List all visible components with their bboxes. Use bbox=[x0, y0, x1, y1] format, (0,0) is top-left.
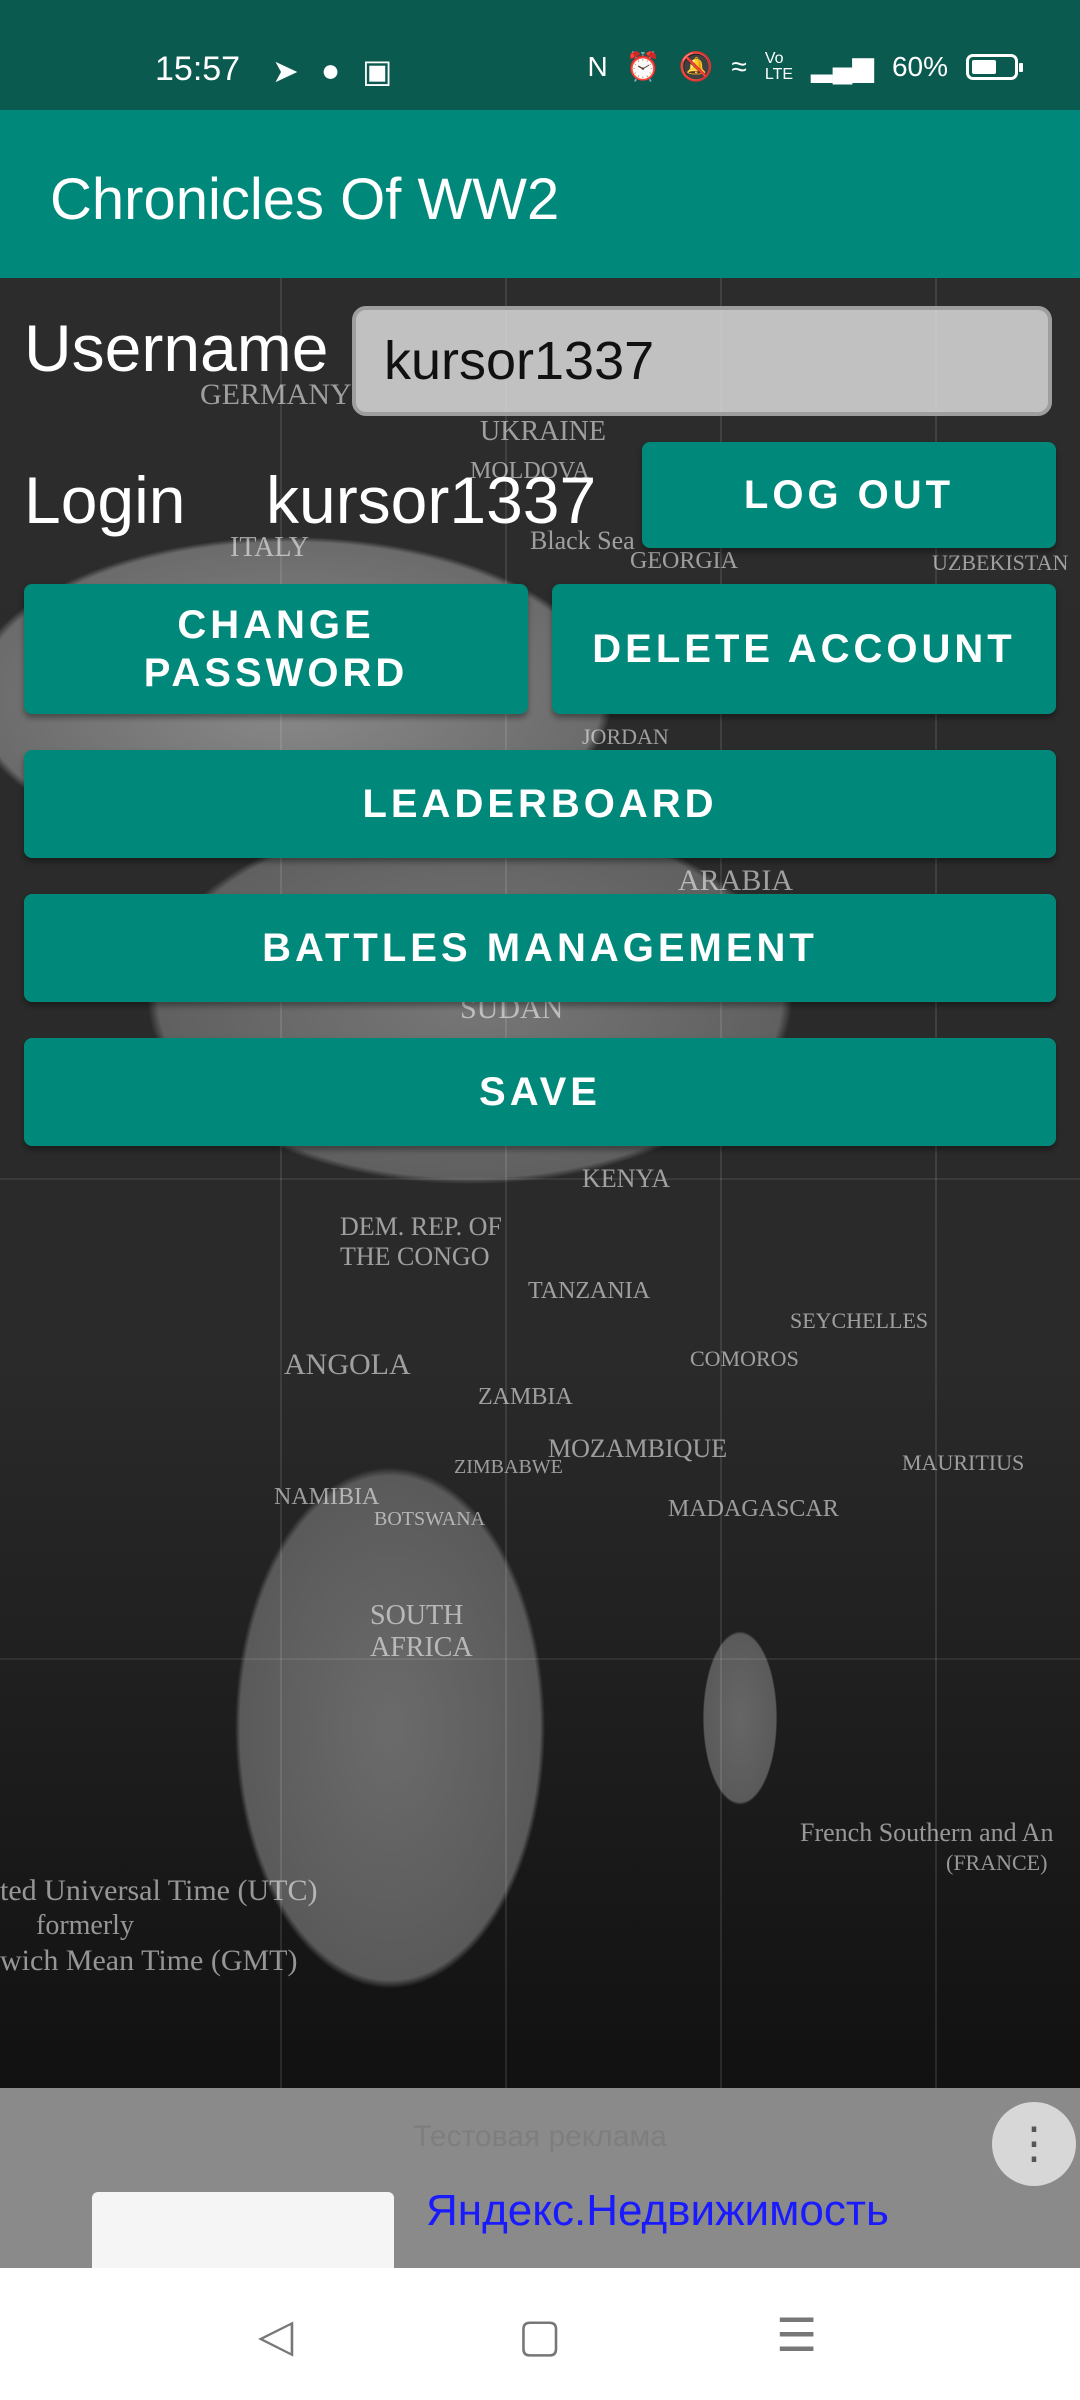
map-label: ZIMBABWE bbox=[454, 1456, 563, 1478]
app-bar: Chronicles Of WW2 bbox=[0, 110, 1080, 278]
ad-title[interactable]: Яндекс.Недвижимость bbox=[426, 2186, 889, 2236]
login-label: Login bbox=[24, 463, 186, 537]
map-label: MAURITIUS bbox=[902, 1450, 1025, 1475]
username-label: Username bbox=[24, 311, 329, 385]
status-notification-icons: ➤ ● ▣ bbox=[272, 52, 392, 90]
map-label: ARABIA bbox=[678, 864, 794, 897]
more-vert-icon[interactable]: ⋮ bbox=[992, 2102, 1076, 2186]
reddit-icon: ● bbox=[320, 52, 341, 88]
status-time: 15:57 bbox=[155, 50, 241, 88]
map-label: BOTSWANA bbox=[374, 1508, 486, 1530]
change-password-button[interactable]: CHANGE PASSWORD bbox=[24, 584, 528, 714]
map-label: KENYA bbox=[582, 1164, 671, 1193]
ad-image[interactable] bbox=[92, 2192, 394, 2268]
leaderboard-button[interactable]: LEADERBOARD bbox=[24, 750, 1056, 858]
status-bar: 15:57 ➤ ● ▣ N ⏰ 🔕 ≈ Vo LTE ▂▄▆ 60% bbox=[0, 0, 1080, 110]
home-square-icon[interactable]: ▢ bbox=[518, 2308, 561, 2362]
navigation-bar: ◁ ▢ ☰ bbox=[0, 2268, 1080, 2400]
battery-percent: 60% bbox=[891, 50, 948, 82]
map-label: NAMIBIA bbox=[274, 1484, 380, 1510]
alarm-icon: ⏰ bbox=[625, 51, 661, 82]
map-label: JORDAN bbox=[582, 724, 669, 749]
map-label: COMOROS bbox=[690, 1346, 799, 1371]
app-title: Chronicles Of WW2 bbox=[50, 167, 560, 232]
mute-icon: 🔕 bbox=[678, 51, 714, 82]
world-map-background: GERMANY UKRAINE MOLDOVA ITALY Black Sea … bbox=[0, 278, 1080, 2088]
battery-fill bbox=[972, 59, 996, 74]
nfc-icon: N bbox=[587, 50, 608, 82]
map-grid-line bbox=[0, 1658, 1080, 1660]
save-button[interactable]: SAVE bbox=[24, 1038, 1056, 1146]
battery-icon bbox=[966, 53, 1023, 80]
map-label: TANZANIA bbox=[528, 1278, 651, 1304]
log-out-button[interactable]: LOG OUT bbox=[642, 442, 1056, 548]
menu-lines-icon[interactable]: ☰ bbox=[776, 2308, 817, 2362]
map-label: GEORGIA bbox=[630, 548, 738, 574]
map-label: SEYCHELLES bbox=[790, 1308, 929, 1333]
map-label: MADAGASCAR bbox=[668, 1496, 839, 1522]
map-label: formerly bbox=[36, 1910, 134, 1941]
username-input[interactable] bbox=[352, 306, 1052, 416]
map-label: ted Universal Time (UTC) bbox=[0, 1874, 318, 1907]
login-value: kursor1337 bbox=[266, 463, 597, 537]
telegram-icon: ➤ bbox=[272, 53, 299, 89]
map-label: UZBEKISTAN bbox=[932, 550, 1069, 575]
map-label: French Southern and An bbox=[800, 1818, 1054, 1847]
signal-icon: ▂▄▆ bbox=[811, 51, 874, 82]
map-label: DEM. REP. OF THE CONGO bbox=[340, 1212, 502, 1271]
map-label: ZAMBIA bbox=[478, 1384, 573, 1410]
map-grid-line bbox=[505, 278, 507, 2088]
map-label: wich Mean Time (GMT) bbox=[0, 1944, 298, 1977]
delete-account-button[interactable]: DELETE ACCOUNT bbox=[552, 584, 1056, 714]
instagram-icon: ▣ bbox=[362, 53, 393, 89]
wifi-icon: ≈ bbox=[731, 50, 747, 82]
map-label: UKRAINE bbox=[480, 416, 606, 447]
back-triangle-icon[interactable]: ◁ bbox=[258, 2308, 293, 2362]
battles-management-button[interactable]: BATTLES MANAGEMENT bbox=[24, 894, 1056, 1002]
map-label: SOUTH AFRICA bbox=[370, 1600, 473, 1663]
ad-banner[interactable]: Тестовая реклама ⋮ Яндекс.Недвижимость bbox=[0, 2088, 1080, 2268]
map-label: (FRANCE) bbox=[946, 1850, 1048, 1875]
volte-icon: Vo LTE bbox=[764, 49, 794, 83]
map-label: MOZAMBIQUE bbox=[548, 1434, 728, 1463]
map-label: ANGOLA bbox=[284, 1348, 411, 1381]
status-system-icons: N ⏰ 🔕 ≈ Vo LTE ▂▄▆ 60% bbox=[587, 49, 1023, 83]
map-grid-line bbox=[0, 1178, 1080, 1180]
ad-label: Тестовая реклама bbox=[413, 2120, 667, 2153]
